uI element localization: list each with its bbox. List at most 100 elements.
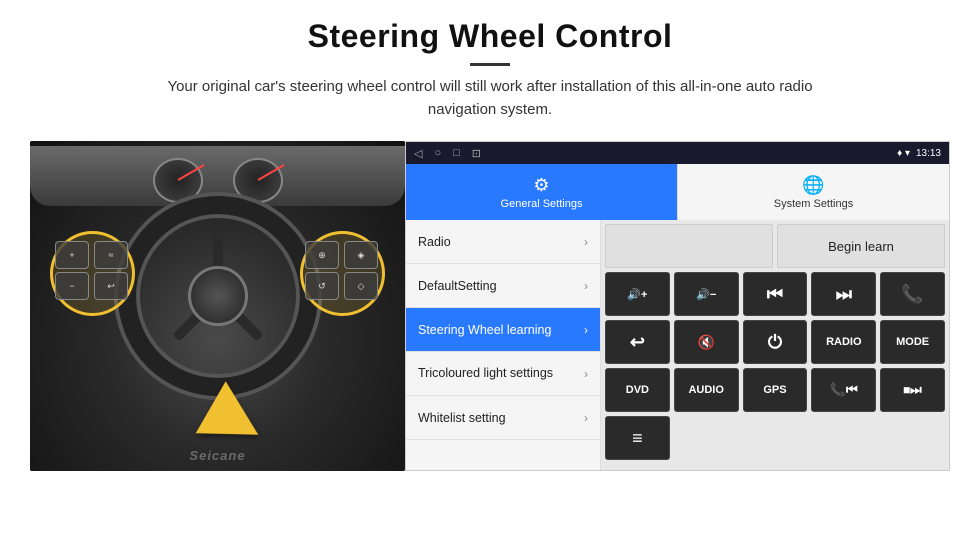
dvd-button[interactable]: DVD bbox=[605, 368, 670, 412]
stop-next-button[interactable]: ⏹⏭ bbox=[880, 368, 945, 412]
stop-next-icon: ⏹⏭ bbox=[903, 382, 921, 398]
power-button[interactable]: ⏻ bbox=[743, 320, 808, 364]
audio-label: AUDIO bbox=[688, 384, 723, 396]
menu-item-radio-label: Radio bbox=[418, 235, 451, 249]
dvd-label: DVD bbox=[626, 384, 649, 396]
ctrl-btn-8: ◇ bbox=[344, 272, 378, 300]
menu-item-radio[interactable]: Radio › bbox=[406, 220, 600, 264]
tab-bar: ⚙ General Settings 🌐 System Settings bbox=[406, 164, 949, 220]
menu-item-default[interactable]: DefaultSetting › bbox=[406, 264, 600, 308]
main-content: Radio › DefaultSetting › Steering Wheel … bbox=[406, 220, 949, 470]
tab-system-settings[interactable]: 🌐 System Settings bbox=[677, 164, 949, 220]
top-row: Begin learn bbox=[605, 224, 945, 268]
audio-button[interactable]: AUDIO bbox=[674, 368, 739, 412]
call-prev-icon: 📞⏮ bbox=[830, 382, 858, 398]
car-image: + ≈ − ↩ ⊕ ◈ ↺ ◇ Seicane bbox=[30, 141, 405, 471]
nav-home-icon[interactable]: ○ bbox=[434, 147, 441, 159]
ctrl-btn-7: ↺ bbox=[305, 272, 339, 300]
ctrl-btn-5: ⊕ bbox=[305, 241, 339, 269]
mode-label: MODE bbox=[896, 336, 929, 348]
gauge-left bbox=[153, 158, 203, 203]
control-row-4: ≡ bbox=[605, 416, 945, 460]
tab-general-label: General Settings bbox=[501, 198, 583, 210]
nav-recent-icon[interactable]: □ bbox=[453, 147, 460, 159]
chevron-icon-steering: › bbox=[584, 323, 588, 337]
status-bar-right: ♦ ▾ 13:13 bbox=[897, 148, 941, 159]
watermark: Seicane bbox=[189, 448, 245, 463]
chevron-icon-tricoloured: › bbox=[584, 367, 588, 381]
radio-button[interactable]: RADIO bbox=[811, 320, 876, 364]
left-controls: + ≈ − ↩ bbox=[55, 241, 130, 300]
vol-up-icon: 🔊+ bbox=[627, 288, 647, 301]
radio-label: RADIO bbox=[826, 336, 861, 348]
mute-icon: 🔇 bbox=[697, 334, 714, 351]
tab-system-label: System Settings bbox=[774, 198, 853, 210]
empty-cell-2 bbox=[743, 416, 808, 460]
arrow-pointer bbox=[207, 391, 262, 451]
power-icon: ⏻ bbox=[768, 332, 782, 353]
steering-wheel bbox=[118, 196, 318, 396]
menu-icon: ≡ bbox=[632, 428, 643, 449]
control-row-3: DVD AUDIO GPS 📞⏮ ⏹⏭ bbox=[605, 368, 945, 412]
empty-cell-1 bbox=[674, 416, 739, 460]
status-bar-nav: ◁ ○ □ ⊡ bbox=[414, 147, 481, 160]
ctrl-btn-2: ≈ bbox=[94, 241, 128, 269]
gps-button[interactable]: GPS bbox=[743, 368, 808, 412]
empty-display-box bbox=[605, 224, 773, 268]
time-display: 13:13 bbox=[916, 148, 941, 159]
call-prev-button[interactable]: 📞⏮ bbox=[811, 368, 876, 412]
nav-back-icon[interactable]: ◁ bbox=[414, 147, 422, 160]
page-subtitle: Your original car's steering wheel contr… bbox=[140, 76, 840, 121]
back-icon: ↩ bbox=[630, 332, 645, 353]
next-icon: ⏭ bbox=[836, 284, 852, 305]
ctrl-btn-4: ↩ bbox=[94, 272, 128, 300]
ctrl-btn-3: − bbox=[55, 272, 89, 300]
signal-icon: ♦ ▾ bbox=[897, 148, 910, 159]
chevron-icon-default: › bbox=[584, 279, 588, 293]
vol-down-button[interactable]: 🔊− bbox=[674, 272, 739, 316]
menu-item-whitelist-label: Whitelist setting bbox=[418, 411, 506, 425]
menu-item-whitelist[interactable]: Whitelist setting › bbox=[406, 396, 600, 440]
ctrl-btn-6: ◈ bbox=[344, 241, 378, 269]
right-panel: Begin learn 🔊+ 🔊− ⏮ ⏭ bbox=[601, 220, 949, 470]
menu-item-default-label: DefaultSetting bbox=[418, 279, 497, 293]
menu-item-tricoloured[interactable]: Tricoloured light settings › bbox=[406, 352, 600, 396]
tab-general-settings[interactable]: ⚙ General Settings bbox=[406, 164, 677, 220]
content-area: + ≈ − ↩ ⊕ ◈ ↺ ◇ Seicane ◁ ○ □ ⊡ ♦ ▾ bbox=[0, 131, 980, 471]
mute-button[interactable]: 🔇 bbox=[674, 320, 739, 364]
begin-learn-button[interactable]: Begin learn bbox=[777, 224, 945, 268]
android-ui: ◁ ○ □ ⊡ ♦ ▾ 13:13 ⚙ General Settings 🌐 S… bbox=[405, 141, 950, 471]
vol-down-icon: 🔊− bbox=[696, 288, 716, 301]
page-title: Steering Wheel Control bbox=[40, 18, 940, 55]
menu-item-steering-label: Steering Wheel learning bbox=[418, 323, 551, 337]
ctrl-btn-1: + bbox=[55, 241, 89, 269]
empty-cell-4 bbox=[880, 416, 945, 460]
chevron-icon-whitelist: › bbox=[584, 411, 588, 425]
call-button[interactable]: 📞 bbox=[880, 272, 945, 316]
vol-up-button[interactable]: 🔊+ bbox=[605, 272, 670, 316]
chevron-icon-radio: › bbox=[584, 235, 588, 249]
right-controls: ⊕ ◈ ↺ ◇ bbox=[305, 241, 380, 300]
back-button[interactable]: ↩ bbox=[605, 320, 670, 364]
menu-item-steering[interactable]: Steering Wheel learning › bbox=[406, 308, 600, 352]
general-settings-icon: ⚙ bbox=[533, 175, 549, 196]
status-bar: ◁ ○ □ ⊡ ♦ ▾ 13:13 bbox=[406, 142, 949, 164]
control-row-2: ↩ 🔇 ⏻ RADIO MODE bbox=[605, 320, 945, 364]
menu-item-tricoloured-label: Tricoloured light settings bbox=[418, 366, 553, 381]
next-button[interactable]: ⏭ bbox=[811, 272, 876, 316]
control-row-1: 🔊+ 🔊− ⏮ ⏭ 📞 bbox=[605, 272, 945, 316]
system-settings-icon: 🌐 bbox=[802, 175, 824, 196]
menu-btn[interactable]: ≡ bbox=[605, 416, 670, 460]
call-icon: 📞 bbox=[901, 284, 923, 305]
prev-button[interactable]: ⏮ bbox=[743, 272, 808, 316]
steering-hub bbox=[188, 266, 248, 326]
menu-list: Radio › DefaultSetting › Steering Wheel … bbox=[406, 220, 601, 470]
gps-label: GPS bbox=[763, 384, 786, 396]
nav-menu-icon[interactable]: ⊡ bbox=[472, 147, 481, 160]
empty-cell-3 bbox=[811, 416, 876, 460]
title-divider bbox=[470, 63, 510, 66]
prev-icon: ⏮ bbox=[767, 284, 783, 305]
page-header: Steering Wheel Control Your original car… bbox=[0, 0, 980, 131]
mode-button[interactable]: MODE bbox=[880, 320, 945, 364]
gauge-right bbox=[233, 158, 283, 203]
